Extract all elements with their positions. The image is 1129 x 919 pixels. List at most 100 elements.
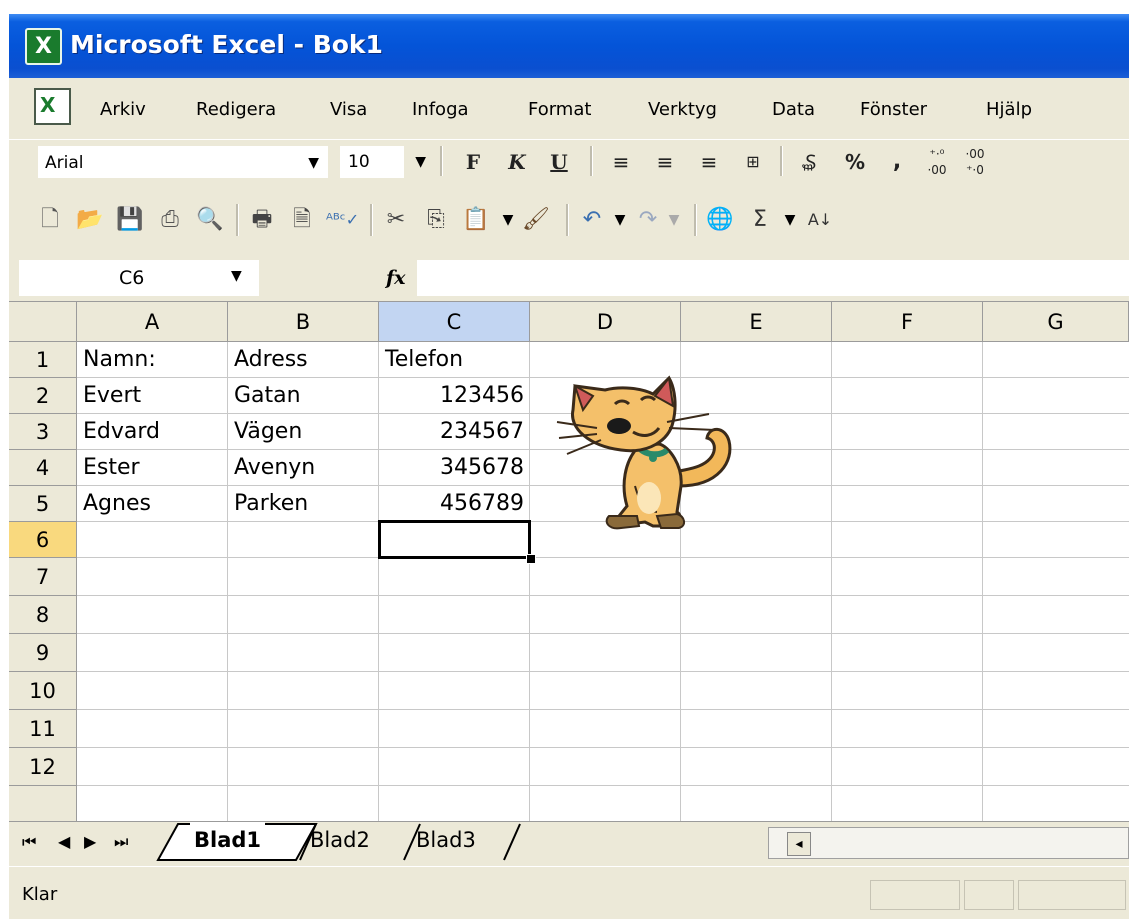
bold-button[interactable]: F <box>456 146 490 178</box>
chevron-down-icon[interactable]: ▼ <box>231 260 242 292</box>
increase-decimal-icon[interactable]: ⁺·⁰ ·00 <box>920 146 954 178</box>
window-title: Microsoft Excel - Bok1 <box>70 30 383 59</box>
print-preview-icon[interactable]: 🗎 <box>286 204 318 236</box>
paste-icon[interactable]: 📋 <box>460 204 492 236</box>
underline-button[interactable]: U <box>542 146 576 178</box>
menu-hjalp[interactable]: Hjälp <box>986 98 1032 122</box>
status-bar <box>9 866 1129 919</box>
autosum-icon[interactable]: Σ <box>744 204 776 236</box>
cell-a1[interactable]: Namn: <box>77 342 228 378</box>
row-header-3[interactable]: 3 <box>9 414 77 450</box>
next-sheet-icon[interactable]: ▶ <box>84 832 96 852</box>
format-painter-icon[interactable]: 🖌 <box>520 204 552 236</box>
toolbar-separator <box>370 204 373 236</box>
row-header-6[interactable]: 6 <box>9 522 77 558</box>
last-sheet-icon[interactable]: ⏭ <box>114 832 128 852</box>
cell-b4[interactable]: Avenyn <box>228 450 379 486</box>
align-center-icon[interactable]: ≡ <box>648 146 682 178</box>
align-left-icon[interactable]: ≡ <box>604 146 638 178</box>
toolbar-separator <box>566 204 569 236</box>
cut-icon[interactable]: ✂ <box>380 204 412 236</box>
sheet-tab-blad1[interactable]: Blad1 <box>190 822 266 858</box>
cell-b1[interactable]: Adress <box>228 342 379 378</box>
row-header-1[interactable]: 1 <box>9 342 77 378</box>
cell-c3[interactable]: 234567 <box>379 414 530 450</box>
insert-function-button[interactable]: fx <box>386 261 406 295</box>
permission-icon[interactable]: ⎙ <box>154 204 186 236</box>
menu-infoga[interactable]: Infoga <box>412 98 469 122</box>
sort-ascending-icon[interactable]: A↓ <box>804 204 836 236</box>
menu-format[interactable]: Format <box>528 98 591 122</box>
column-header-c[interactable]: C <box>379 302 530 342</box>
menu-fonster[interactable]: Fönster <box>860 98 927 122</box>
cell-c1[interactable]: Telefon <box>379 342 530 378</box>
font-name-box[interactable]: Arial ▼ <box>38 146 328 178</box>
cell-c5[interactable]: 456789 <box>379 486 530 522</box>
column-header-d[interactable]: D <box>530 302 681 342</box>
previous-sheet-icon[interactable]: ◀ <box>58 832 70 852</box>
merge-center-icon[interactable]: ⊞ <box>736 146 770 178</box>
save-icon[interactable]: 💾 <box>114 204 146 236</box>
row-header-8[interactable]: 8 <box>9 596 77 634</box>
toolbar-separator <box>440 146 443 176</box>
active-cell-c6[interactable] <box>378 520 531 559</box>
sheet-tab-blad3[interactable]: Blad3 <box>412 822 480 858</box>
cat-clipart-image[interactable] <box>549 366 749 536</box>
align-right-icon[interactable]: ≡ <box>692 146 726 178</box>
first-sheet-icon[interactable]: ⏮ <box>22 832 36 852</box>
fill-handle[interactable] <box>526 554 536 564</box>
cell-a2[interactable]: Evert <box>77 378 228 414</box>
column-header-g[interactable]: G <box>983 302 1129 342</box>
column-header-e[interactable]: E <box>681 302 832 342</box>
cell-b5[interactable]: Parken <box>228 486 379 522</box>
font-size-box[interactable]: 10 ▼ <box>340 146 426 178</box>
cell-b3[interactable]: Vägen <box>228 414 379 450</box>
column-header-f[interactable]: F <box>832 302 983 342</box>
chevron-down-icon[interactable]: ▼ <box>774 204 806 236</box>
menu-arkiv[interactable]: Arkiv <box>100 98 146 122</box>
row-header-5[interactable]: 5 <box>9 486 77 522</box>
row-header-12[interactable]: 12 <box>9 748 77 786</box>
comma-button[interactable]: , <box>884 146 910 178</box>
menu-verktyg[interactable]: Verktyg <box>648 98 717 122</box>
menu-data[interactable]: Data <box>772 98 815 122</box>
formula-input[interactable] <box>417 260 1129 296</box>
column-header-b[interactable]: B <box>228 302 379 342</box>
chevron-down-icon[interactable]: ▼ <box>308 147 319 179</box>
cell-a5[interactable]: Agnes <box>77 486 228 522</box>
scroll-left-icon[interactable]: ◂ <box>787 832 811 856</box>
horizontal-scrollbar[interactable]: ◂ <box>768 827 1129 859</box>
worksheet-grid[interactable]: A B C D E F G 1 2 3 4 5 6 7 8 9 10 11 12… <box>9 301 1129 836</box>
research-icon[interactable]: 🔍 <box>194 204 226 236</box>
spelling-icon[interactable]: ᴬᴮᶜ✓ <box>326 204 359 236</box>
name-box[interactable]: C6 ▼ <box>19 260 259 296</box>
grid-line <box>77 747 1129 748</box>
row-header-9[interactable]: 9 <box>9 634 77 672</box>
decrease-decimal-icon[interactable]: ·00 ⁺·0 <box>958 146 992 178</box>
copy-icon[interactable]: ⎘ <box>420 204 452 236</box>
percent-button[interactable]: % <box>840 146 870 178</box>
column-header-a[interactable]: A <box>77 302 228 342</box>
workbook-icon[interactable] <box>34 88 71 125</box>
row-header-7[interactable]: 7 <box>9 558 77 596</box>
cell-b2[interactable]: Gatan <box>228 378 379 414</box>
select-all-corner[interactable] <box>9 302 77 342</box>
hyperlink-globe-icon[interactable]: 🌐 <box>704 204 736 236</box>
new-document-icon[interactable]: 🗋 <box>34 204 66 236</box>
cell-a4[interactable]: Ester <box>77 450 228 486</box>
cell-c2[interactable]: 123456 <box>379 378 530 414</box>
row-header-11[interactable]: 11 <box>9 710 77 748</box>
chevron-down-icon[interactable]: ▼ <box>415 146 426 178</box>
cell-c4[interactable]: 345678 <box>379 450 530 486</box>
row-header-4[interactable]: 4 <box>9 450 77 486</box>
currency-icon[interactable]: ₷ <box>792 146 826 178</box>
italic-button[interactable]: K <box>500 146 534 178</box>
row-header-10[interactable]: 10 <box>9 672 77 710</box>
cell-a3[interactable]: Edvard <box>77 414 228 450</box>
print-icon[interactable]: 🖶 <box>246 204 278 236</box>
menu-visa[interactable]: Visa <box>330 98 367 122</box>
menu-redigera[interactable]: Redigera <box>196 98 276 122</box>
sheet-tab-blad2[interactable]: Blad2 <box>306 822 374 858</box>
row-header-2[interactable]: 2 <box>9 378 77 414</box>
open-folder-icon[interactable]: 📂 <box>74 204 106 236</box>
